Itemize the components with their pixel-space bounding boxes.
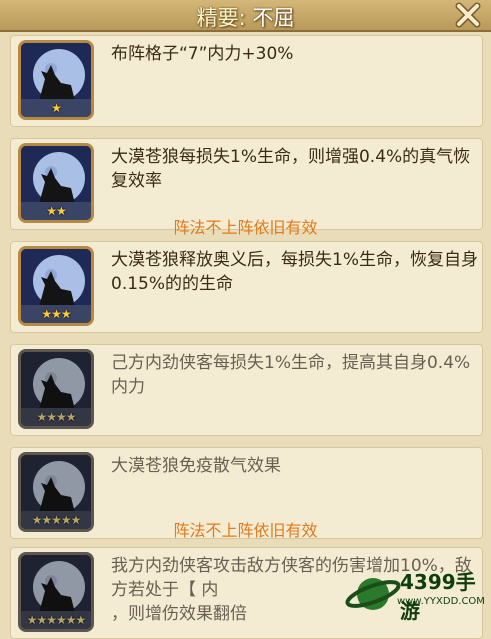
- watermark-logo: 4399手游 www.YYXDD.COM: [345, 560, 491, 637]
- skill-description: 大漠苍狼每损失1%生命，则增强0.4%的真气恢复效率: [111, 147, 471, 191]
- skill-icon-2: ★★: [18, 143, 94, 223]
- title-sub: 不屈: [252, 6, 295, 30]
- planet-logo-icon: [345, 578, 401, 610]
- skill-description: 大漠苍狼释放奥义后，每损失1%生命，恢复自身0.15%的的生命: [111, 250, 478, 294]
- skill-icon-6: ★★★★★★: [18, 552, 94, 632]
- formation-note-2: 阵法不上阵依旧有效: [173, 521, 318, 540]
- skill-row-3[interactable]: ★★★ 大漠苍狼释放奥义后，每损失1%生命，恢复自身0.15%的的生命: [10, 241, 483, 333]
- star-rating: ★★★★: [36, 410, 76, 424]
- skill-description-line2: ，则增伤效果翻倍: [111, 604, 247, 624]
- watermark-text: 4399手游: [400, 570, 476, 623]
- star-rating: ★★★: [41, 307, 71, 321]
- skill-icon-1: ★: [18, 40, 94, 120]
- page-title: 精要: 不屈: [0, 2, 491, 32]
- close-icon: [455, 2, 481, 28]
- skill-description: 己方内劲侠客每损失1%生命，提高其自身0.4%内力: [111, 353, 471, 397]
- skill-row-1[interactable]: ★ 布阵格子“7”内力+30%: [10, 35, 483, 127]
- star-rating: ★★★★★★: [26, 613, 87, 627]
- watermark-url: www.YYXDD.COM: [397, 596, 485, 607]
- star-rating: ★: [51, 101, 62, 115]
- skill-icon-4: ★★★★: [18, 349, 94, 429]
- skill-icon-3: ★★★: [18, 246, 94, 326]
- skill-row-4[interactable]: ★★★★ 己方内劲侠客每损失1%生命，提高其自身0.4%内力: [10, 344, 483, 436]
- formation-note-1: 阵法不上阵依旧有效: [173, 218, 318, 237]
- title-bar: 精要: 不屈: [0, 0, 491, 32]
- close-button[interactable]: [450, 0, 486, 30]
- title-main: 精要:: [196, 6, 246, 30]
- skill-description: 布阵格子“7”内力+30%: [111, 44, 294, 64]
- skill-description: 大漠苍狼免疫散气效果: [111, 456, 281, 476]
